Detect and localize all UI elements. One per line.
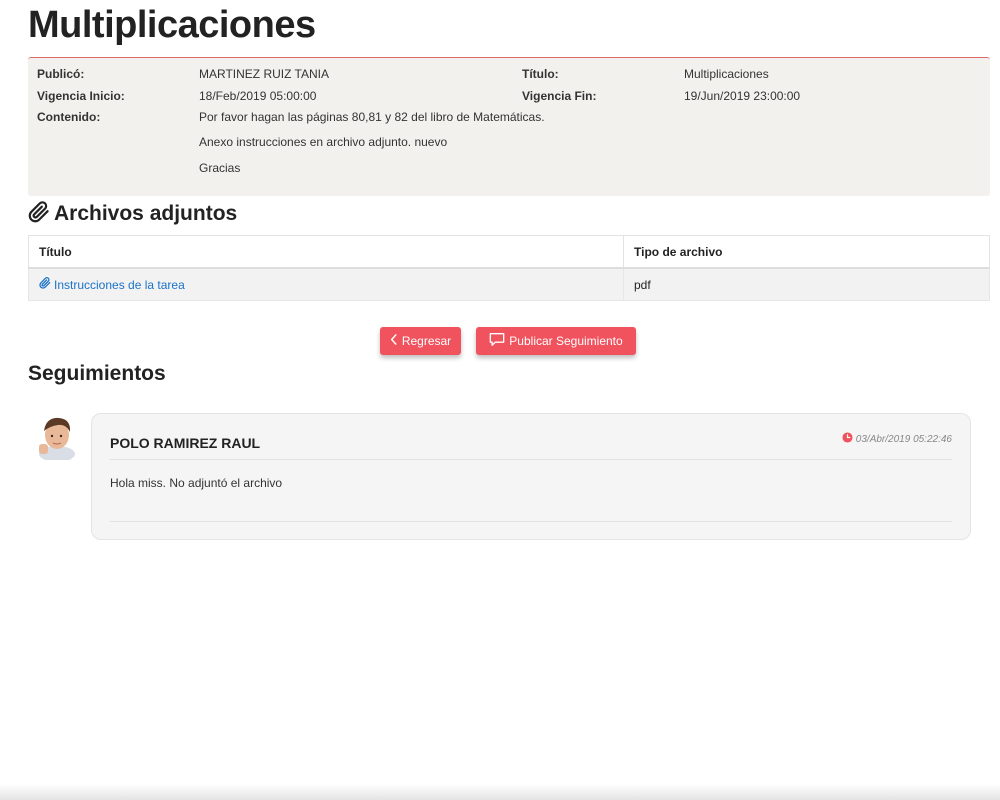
clock-icon (842, 432, 853, 446)
back-button-label: Regresar (401, 334, 452, 348)
back-button[interactable]: Regresar (380, 327, 461, 355)
content-line: Por favor hagan las páginas 80,81 y 82 d… (199, 110, 545, 124)
divider (110, 459, 952, 460)
start-date-value: 18/Feb/2019 05:00:00 (199, 89, 317, 103)
followup-author: POLO RAMIREZ RAUL (110, 435, 261, 451)
followup-timestamp: 03/Abr/2019 05:22:46 (842, 432, 952, 446)
attachment-link-text: Instrucciones de la tarea (54, 277, 185, 292)
title-label: Título: (522, 67, 559, 81)
task-details-panel: Publicó: MARTINEZ RUIZ TANIA Título: Mul… (28, 57, 990, 196)
avatar (36, 414, 78, 462)
comment-icon (489, 332, 505, 350)
publish-followup-label: Publicar Seguimiento (509, 334, 623, 348)
paperclip-icon (28, 200, 50, 228)
divider (110, 521, 952, 522)
column-header-title: Título (28, 235, 624, 269)
end-date-value: 19/Jun/2019 23:00:00 (684, 89, 801, 103)
table-row: Instrucciones de la tarea pdf (28, 267, 990, 301)
title-value: Multiplicaciones (684, 67, 769, 81)
table-cell-file-type: pdf (623, 267, 990, 301)
content-label: Contenido: (37, 110, 101, 124)
end-date-label: Vigencia Fin: (522, 89, 597, 103)
page-title: Multiplicaciones (28, 4, 316, 46)
chevron-left-icon (390, 334, 398, 348)
table-cell-title: Instrucciones de la tarea (28, 267, 624, 301)
bottom-fade (0, 784, 1000, 800)
published-label: Publicó: (37, 67, 85, 81)
content-line: Gracias (199, 161, 241, 175)
followup-timestamp-text: 03/Abr/2019 05:22:46 (855, 433, 952, 445)
attachment-link[interactable]: Instrucciones de la tarea (39, 277, 185, 292)
published-value: MARTINEZ RUIZ TANIA (199, 67, 330, 81)
content-line: Anexo instrucciones en archivo adjunto. … (199, 135, 448, 149)
followup-text: Hola miss. No adjuntó el archivo (110, 476, 283, 490)
attachments-heading-text: Archivos adjuntos (54, 202, 238, 225)
followup-card: POLO RAMIREZ RAUL 03/Abr/2019 05:22:46 H… (91, 413, 971, 540)
column-header-file-type: Tipo de archivo (623, 235, 990, 269)
publish-followup-button[interactable]: Publicar Seguimiento (476, 327, 636, 355)
table-header-row: Título Tipo de archivo (28, 235, 990, 269)
start-date-label: Vigencia Inicio: (37, 89, 125, 103)
followups-heading: Seguimientos (28, 362, 166, 385)
paperclip-icon (39, 277, 51, 292)
attachments-heading: Archivos adjuntos (28, 200, 237, 228)
attachments-table: Título Tipo de archivo Instrucciones de … (28, 235, 990, 301)
